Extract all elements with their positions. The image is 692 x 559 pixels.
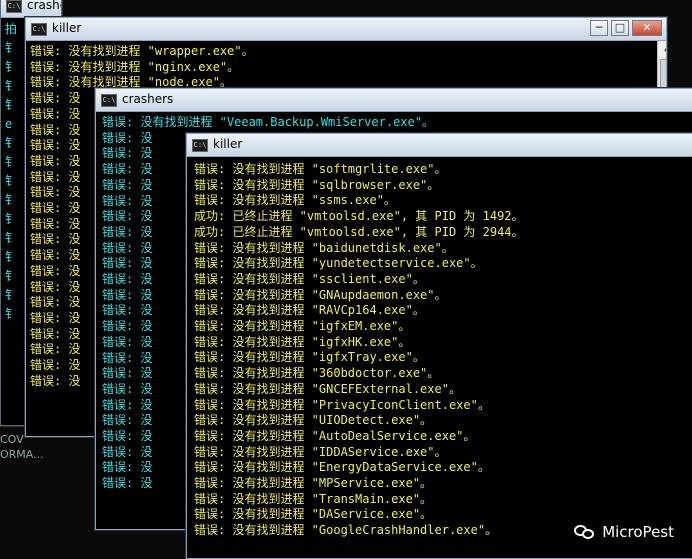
watermark-text: MicroPest — [602, 523, 674, 541]
console-line: 错误: 没有找到进程 "Veeam.Backup.WmiServer.exe"。 — [102, 115, 434, 129]
console-line: 错误: 没有找到进程 "IDDAService.exe"。 — [194, 444, 447, 459]
console-line: 错误: 没有找到进程 "softmgrlite.exe"。 — [194, 162, 447, 176]
scroll-up-arrow-icon[interactable]: ▲ — [658, 41, 666, 57]
killer-window: C:\ killer 错误: 没有找到进程 "softmgrlite.exe"。… — [186, 133, 692, 559]
console-line: 错误: 没有找到进程 "igfxTray.exe"。 — [194, 350, 425, 365]
console-line: 错误: 没有找到进程 "igfxEM.exe"。 — [194, 319, 411, 334]
window-title: killer — [213, 137, 243, 151]
console-line: 错误: 没有找到进程 "igfxHK.exe"。 — [194, 334, 411, 349]
console-line: 错误: 没有找到进程 "wrapper.exe"。 — [30, 44, 254, 58]
cmd-icon: C:\ — [192, 139, 208, 152]
console-line: 错误: 没有找到进程 "TransMain.exe"。 — [194, 491, 433, 506]
console-line: 错误: 没有找到进程 "AutoDealService.exe"。 — [194, 428, 476, 443]
killer-titlebar[interactable]: C:\ killer — [187, 134, 692, 157]
minimize-button[interactable]: ─ — [590, 20, 608, 36]
background-text-line: ORMA... — [0, 448, 44, 461]
maximize-button[interactable]: □ — [611, 20, 629, 36]
console-line: 错误: 没有找到进程 "EnergyDataService.exe"。 — [194, 460, 490, 475]
console-line: 成功: 已终止进程 "vmtoolsd.exe", 其 PID 为 2944。 — [194, 224, 524, 239]
watermark: MicroPest — [574, 523, 674, 541]
console-line: 错误: 没有找到进程 "ssms.exe"。 — [194, 193, 396, 208]
wechat-icon — [574, 523, 596, 541]
console-line: 错误: 没有找到进程 "MPService.exe"。 — [194, 476, 433, 491]
console-line: 错误: 没有找到进程 "ssclient.exe"。 — [194, 271, 425, 286]
crashers-back-titlebar[interactable]: C:\ crashers — [1, 0, 61, 18]
cmd-icon: C:\ — [31, 23, 47, 36]
crashers-titlebar[interactable]: C:\ crashers — [96, 89, 692, 112]
console-line: 成功: 已终止进程 "vmtoolsd.exe", 其 PID 为 1492。 — [194, 209, 524, 224]
console-line: 错误: 没有找到进程 "GNAupdaemon.exe"。 — [194, 287, 447, 302]
console-line: 错误: 没有找到进程 "sqlbrowser.exe"。 — [194, 177, 440, 192]
console-line: 错误: 没有找到进程 "360bdoctor.exe"。 — [194, 366, 440, 381]
console-line: 错误: 没有找到进程 "UIODetect.exe"。 — [194, 413, 433, 428]
console-line: 错误: 没有找到进程 "nginx.exe"。 — [30, 59, 240, 74]
console-line: 错误: 没有找到进程 "GNCEFExternal.exe"。 — [194, 381, 461, 396]
console-output: 错误: 没有找到进程 "softmgrlite.exe"。 错误: 没有找到进程 … — [187, 157, 692, 558]
console-line: 错误: 没有找到进程 "RAVCp164.exe"。 — [194, 303, 425, 318]
cmd-icon: C:\ — [6, 0, 22, 13]
window-title: killer — [52, 21, 82, 35]
console-line: 错误: 没有找到进程 "DAService.exe"。 — [194, 507, 433, 522]
window-title: crashers — [27, 0, 61, 12]
console-line: 错误: 没有找到进程 "yundetectservice.exe"。 — [194, 256, 483, 271]
window-title: crashers — [122, 92, 174, 106]
cmd-icon: C:\ — [101, 94, 117, 107]
killer-back-titlebar[interactable]: C:\ killer ─ □ ✕ — [26, 18, 666, 41]
close-button[interactable]: ✕ — [632, 20, 662, 36]
console-line: 错误: 没有找到进程 "PrivacyIconClient.exe"。 — [194, 397, 490, 412]
console-line: 错误: 没有找到进程 "baidunetdisk.exe"。 — [194, 240, 454, 255]
